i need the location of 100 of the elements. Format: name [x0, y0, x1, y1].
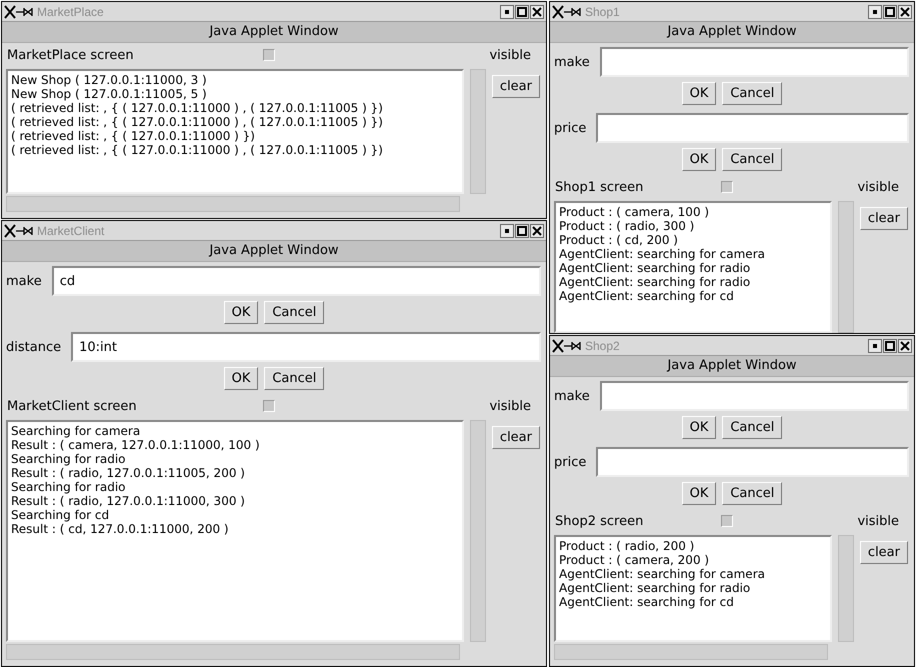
log-text-area[interactable] — [554, 201, 832, 333]
screen-label: Shop1 screen — [555, 180, 644, 194]
log-line: Product : ( cd, 200 ) — [559, 233, 679, 247]
maximize-button[interactable] — [515, 4, 529, 18]
log-line: AgentClient: searching for camera — [559, 247, 766, 261]
checkbox[interactable] — [263, 49, 275, 61]
field-label: price — [554, 120, 586, 136]
close-button[interactable] — [530, 224, 544, 238]
screen-label: MarketPlace screen — [7, 48, 135, 62]
checkbox[interactable] — [721, 515, 733, 527]
log-line: ( retrieved list: , { ( 127.0.0.1:11000 ) , ( 127.0.0.1:11005 ) }) — [11, 115, 384, 129]
cancel-button[interactable]: Cancel — [264, 301, 324, 324]
log-line: Searching for camera — [11, 424, 142, 438]
minimize-icon — [504, 8, 510, 14]
maximize-icon — [517, 226, 527, 236]
field-label: make — [554, 54, 590, 70]
applet-banner: Java Applet Window — [550, 356, 914, 377]
checkbox-label: visible — [856, 180, 900, 194]
log-line: AgentClient: searching for cd — [559, 289, 735, 303]
cancel-button[interactable]: Cancel — [722, 482, 782, 505]
log-line: New Shop ( 127.0.0.1:11000, 3 ) — [11, 73, 208, 87]
log-line: Result : ( radio, 127.0.0.1:11000, 300 ) — [11, 494, 246, 508]
ok-button[interactable]: OK — [224, 301, 258, 324]
ok-button[interactable]: OK — [224, 367, 258, 390]
input-field[interactable] — [596, 113, 909, 143]
window-title: MarketPlace — [37, 4, 105, 18]
log-text-area[interactable]: Product : ( radio, 200 ) Product : ( camera, 200 ) AgentClient: searching for camera AgentClient: searching for radio AgentClient: searching for cd — [554, 535, 832, 642]
minimize-icon — [872, 8, 878, 14]
ok-button[interactable]: OK — [682, 148, 716, 171]
window-title: MarketClient — [37, 224, 106, 238]
vertical-scrollbar[interactable] — [838, 535, 854, 642]
close-button[interactable] — [898, 4, 912, 18]
input-field[interactable] — [600, 47, 909, 77]
log-line: Result : ( cd, 127.0.0.1:11000, 200 ) — [11, 522, 230, 536]
minimize-icon — [872, 342, 878, 348]
log-line: Product : ( radio, 300 ) — [559, 219, 696, 233]
minimize-icon — [504, 228, 510, 234]
vertical-scrollbar[interactable] — [838, 201, 854, 333]
log-line: Result : ( radio, 127.0.0.1:11005, 200 ) — [11, 466, 246, 480]
input-field[interactable]: 10:int — [71, 332, 541, 362]
cancel-button[interactable]: Cancel — [264, 367, 324, 390]
horizontal-scrollbar[interactable] — [554, 644, 828, 660]
maximize-icon — [885, 340, 895, 350]
cancel-button[interactable]: Cancel — [722, 148, 782, 171]
window-title: Shop2 — [585, 338, 621, 352]
ok-button[interactable]: OK — [682, 416, 716, 439]
input-field[interactable]: cd — [52, 266, 541, 296]
log-line: ( retrieved list: , { ( 127.0.0.1:11000 ) , ( 127.0.0.1:11005 ) }) — [11, 101, 384, 115]
checkbox-label: visible — [856, 514, 900, 528]
ok-button[interactable]: OK — [682, 482, 716, 505]
log-line: Searching for cd — [11, 508, 110, 522]
log-line: Product : ( camera, 200 ) — [559, 553, 710, 567]
minimize-button[interactable] — [500, 224, 514, 238]
checkbox-label: visible — [488, 398, 532, 414]
close-icon — [532, 226, 542, 236]
field-label: make — [6, 274, 42, 288]
screen-label: MarketClient screen — [7, 398, 138, 414]
field-label: distance — [6, 340, 62, 354]
applet-banner: Java Applet Window — [550, 22, 914, 43]
screen-label: Shop2 screen — [555, 514, 644, 528]
close-button[interactable] — [898, 338, 912, 352]
checkbox[interactable] — [721, 181, 733, 193]
clear-button[interactable]: clear — [492, 426, 540, 449]
window-menu-icon[interactable] — [552, 338, 582, 352]
log-line: AgentClient: searching for camera — [559, 567, 766, 581]
log-text-area[interactable] — [6, 69, 464, 194]
checkbox[interactable] — [263, 400, 275, 412]
clear-button[interactable]: clear — [860, 207, 908, 230]
window-menu-icon[interactable] — [4, 224, 34, 238]
input-field[interactable] — [596, 447, 909, 477]
horizontal-scrollbar[interactable] — [6, 196, 460, 212]
log-line: Searching for radio — [11, 480, 126, 494]
cancel-button[interactable]: Cancel — [722, 82, 782, 105]
input-field[interactable] — [600, 381, 909, 411]
clear-button[interactable]: clear — [860, 541, 908, 564]
vertical-scrollbar[interactable] — [470, 69, 486, 194]
maximize-button[interactable] — [883, 338, 897, 352]
applet-banner: Java Applet Window — [2, 22, 546, 43]
ok-button[interactable]: OK — [682, 82, 716, 105]
close-button[interactable] — [530, 4, 544, 18]
maximize-button[interactable] — [515, 224, 529, 238]
window-menu-icon[interactable] — [552, 4, 582, 18]
minimize-button[interactable] — [868, 338, 882, 352]
checkbox-label: visible — [488, 48, 532, 62]
window-title: Shop1 — [585, 4, 621, 18]
maximize-button[interactable] — [883, 4, 897, 18]
minimize-button[interactable] — [500, 4, 514, 18]
field-label: make — [554, 388, 590, 404]
minimize-button[interactable] — [868, 4, 882, 18]
maximize-icon — [517, 6, 527, 16]
log-text-area[interactable] — [6, 420, 464, 642]
cancel-button[interactable]: Cancel — [722, 416, 782, 439]
vertical-scrollbar[interactable] — [470, 420, 486, 642]
clear-button[interactable]: clear — [492, 75, 540, 98]
close-icon — [900, 6, 910, 16]
log-line: AgentClient: searching for cd — [559, 595, 735, 609]
log-line: New Shop ( 127.0.0.1:11005, 5 ) — [11, 87, 208, 101]
log-line: Result : ( camera, 127.0.0.1:11000, 100 ) — [11, 438, 261, 452]
horizontal-scrollbar[interactable] — [6, 644, 460, 660]
window-menu-icon[interactable] — [4, 4, 34, 18]
